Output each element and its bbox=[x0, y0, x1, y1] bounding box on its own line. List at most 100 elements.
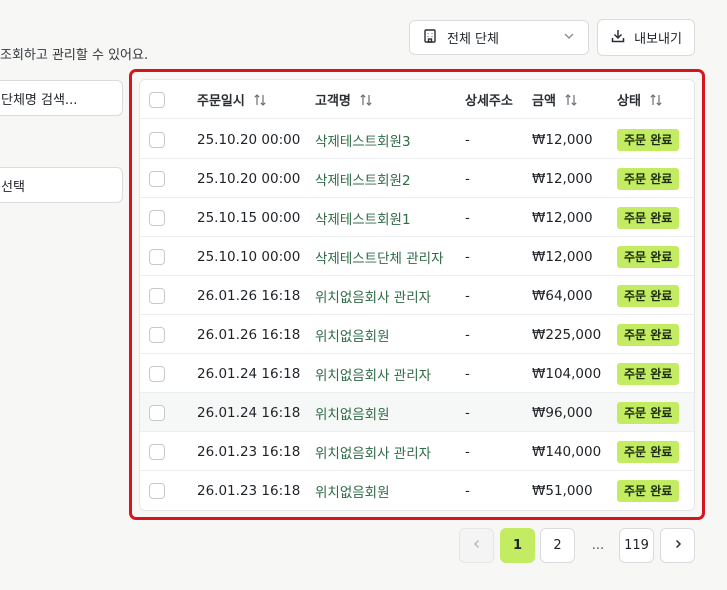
chevron-right-icon bbox=[672, 538, 684, 554]
row-checkbox[interactable] bbox=[149, 170, 165, 187]
customer-name-link[interactable]: 위치없음회원 bbox=[315, 471, 390, 510]
customer-name-link[interactable]: 위치없음회원 bbox=[315, 315, 390, 354]
status-badge: 주문 완료 bbox=[617, 206, 680, 229]
sort-arrows-icon[interactable] bbox=[649, 93, 663, 107]
group-select-value: 전체 단체 bbox=[447, 32, 499, 47]
address: - bbox=[465, 404, 470, 421]
select-all-checkbox[interactable] bbox=[149, 91, 165, 108]
amount: ₩140,000 bbox=[532, 443, 602, 460]
group-search-input[interactable]: 단체명 검색... bbox=[0, 80, 123, 116]
status-badge: 주문 완료 bbox=[617, 440, 680, 463]
status-badge: 주문 완료 bbox=[617, 323, 680, 346]
prev-page-button[interactable] bbox=[459, 528, 494, 563]
customer-name-link[interactable]: 삭제테스트회원2 bbox=[315, 159, 411, 198]
group-search-placeholder: 단체명 검색... bbox=[1, 92, 78, 108]
status-badge: 주문 완료 bbox=[617, 401, 680, 424]
status-badge: 주문 완료 bbox=[617, 284, 680, 307]
address: - bbox=[465, 326, 470, 343]
order-date: 25.10.10 00:00 bbox=[197, 248, 301, 265]
amount: ₩12,000 bbox=[532, 209, 593, 226]
customer-name-link[interactable]: 위치없음회사 관리자 bbox=[315, 432, 431, 471]
customer-name-link[interactable]: 위치없음회사 관리자 bbox=[315, 354, 431, 393]
row-checkbox[interactable] bbox=[149, 209, 165, 226]
filter-select-label: 선택 bbox=[1, 179, 25, 195]
table-row[interactable]: 26.01.24 16:18 위치없음회사 관리자 - ₩104,000 주문 … bbox=[140, 354, 694, 393]
customer-name-link[interactable]: 위치없음회사 관리자 bbox=[315, 276, 431, 315]
filter-select[interactable]: 선택 bbox=[0, 167, 123, 203]
row-checkbox[interactable] bbox=[149, 482, 165, 499]
column-header-status[interactable]: 상태 bbox=[617, 80, 663, 119]
column-header-customer[interactable]: 고객명 bbox=[315, 80, 373, 119]
order-date: 26.01.23 16:18 bbox=[197, 443, 301, 460]
row-checkbox[interactable] bbox=[149, 365, 165, 382]
customer-name-link[interactable]: 삭제테스트단체 관리자 bbox=[315, 237, 444, 276]
export-button[interactable]: 내보내기 bbox=[597, 19, 695, 56]
amount: ₩12,000 bbox=[532, 170, 593, 187]
order-date: 25.10.15 00:00 bbox=[197, 209, 301, 226]
status-badge: 주문 완료 bbox=[617, 167, 680, 190]
orders-table: 주문일시 고객명 상세주소 금액 상태 25.10.20 00:00 삭제테스트… bbox=[139, 79, 695, 511]
customer-name-link[interactable]: 위치없음회원 bbox=[315, 393, 390, 432]
table-row[interactable]: 25.10.20 00:00 삭제테스트회원2 - ₩12,000 주문 완료 bbox=[140, 159, 694, 198]
amount: ₩12,000 bbox=[532, 131, 593, 148]
chevron-down-icon bbox=[562, 29, 576, 47]
table-row[interactable]: 25.10.15 00:00 삭제테스트회원1 - ₩12,000 주문 완료 bbox=[140, 198, 694, 237]
address: - bbox=[465, 248, 470, 265]
amount: ₩12,000 bbox=[532, 248, 593, 265]
row-checkbox[interactable] bbox=[149, 248, 165, 265]
amount: ₩51,000 bbox=[532, 482, 593, 499]
address: - bbox=[465, 482, 470, 499]
address: - bbox=[465, 287, 470, 304]
group-select[interactable]: 전체 단체 bbox=[409, 20, 589, 55]
page-button-1[interactable]: 1 bbox=[500, 528, 535, 563]
row-checkbox[interactable] bbox=[149, 131, 165, 148]
amount: ₩104,000 bbox=[532, 365, 602, 382]
amount: ₩64,000 bbox=[532, 287, 593, 304]
next-page-button[interactable] bbox=[660, 528, 695, 563]
table-row[interactable]: 26.01.23 16:18 위치없음회원 - ₩51,000 주문 완료 bbox=[140, 471, 694, 510]
page-button-2[interactable]: 2 bbox=[540, 528, 575, 563]
table-header: 주문일시 고객명 상세주소 금액 상태 bbox=[140, 80, 694, 119]
order-date: 25.10.20 00:00 bbox=[197, 170, 301, 187]
address: - bbox=[465, 209, 470, 226]
sort-arrows-icon[interactable] bbox=[253, 93, 267, 107]
export-label: 내보내기 bbox=[634, 32, 682, 47]
sort-arrows-icon[interactable] bbox=[564, 93, 578, 107]
status-badge: 주문 완료 bbox=[617, 362, 680, 385]
customer-name-link[interactable]: 삭제테스트회원3 bbox=[315, 120, 411, 159]
amount: ₩96,000 bbox=[532, 404, 593, 421]
table-row[interactable]: 26.01.23 16:18 위치없음회사 관리자 - ₩140,000 주문 … bbox=[140, 432, 694, 471]
order-date: 26.01.24 16:18 bbox=[197, 404, 301, 421]
table-row[interactable]: 26.01.26 16:18 위치없음회사 관리자 - ₩64,000 주문 완… bbox=[140, 276, 694, 315]
pagination-ellipsis: ... bbox=[591, 538, 605, 553]
order-date: 26.01.23 16:18 bbox=[197, 482, 301, 499]
page-subtitle: 조회하고 관리할 수 있어요. bbox=[0, 48, 149, 63]
table-row[interactable]: 26.01.24 16:18 위치없음회원 - ₩96,000 주문 완료 bbox=[140, 393, 694, 432]
address: - bbox=[465, 443, 470, 460]
status-badge: 주문 완료 bbox=[617, 128, 680, 151]
building-icon bbox=[422, 28, 438, 48]
row-checkbox[interactable] bbox=[149, 404, 165, 421]
status-badge: 주문 완료 bbox=[617, 479, 680, 502]
row-checkbox[interactable] bbox=[149, 287, 165, 304]
order-date: 26.01.26 16:18 bbox=[197, 326, 301, 343]
row-checkbox[interactable] bbox=[149, 443, 165, 460]
amount: ₩225,000 bbox=[532, 326, 602, 343]
table-row[interactable]: 26.01.26 16:18 위치없음회원 - ₩225,000 주문 완료 bbox=[140, 315, 694, 354]
column-header-amount[interactable]: 금액 bbox=[532, 80, 578, 119]
download-icon bbox=[610, 28, 626, 48]
status-badge: 주문 완료 bbox=[617, 245, 680, 268]
address: - bbox=[465, 365, 470, 382]
page-button-last[interactable]: 119 bbox=[619, 528, 654, 563]
chevron-left-icon bbox=[471, 538, 483, 554]
address: - bbox=[465, 170, 470, 187]
address: - bbox=[465, 131, 470, 148]
column-header-date[interactable]: 주문일시 bbox=[197, 80, 267, 119]
table-row[interactable]: 25.10.20 00:00 삭제테스트회원3 - ₩12,000 주문 완료 bbox=[140, 120, 694, 159]
sort-arrows-icon[interactable] bbox=[359, 93, 373, 107]
customer-name-link[interactable]: 삭제테스트회원1 bbox=[315, 198, 411, 237]
row-checkbox[interactable] bbox=[149, 326, 165, 343]
order-date: 26.01.24 16:18 bbox=[197, 365, 301, 382]
table-row[interactable]: 25.10.10 00:00 삭제테스트단체 관리자 - ₩12,000 주문 … bbox=[140, 237, 694, 276]
order-date: 25.10.20 00:00 bbox=[197, 131, 301, 148]
